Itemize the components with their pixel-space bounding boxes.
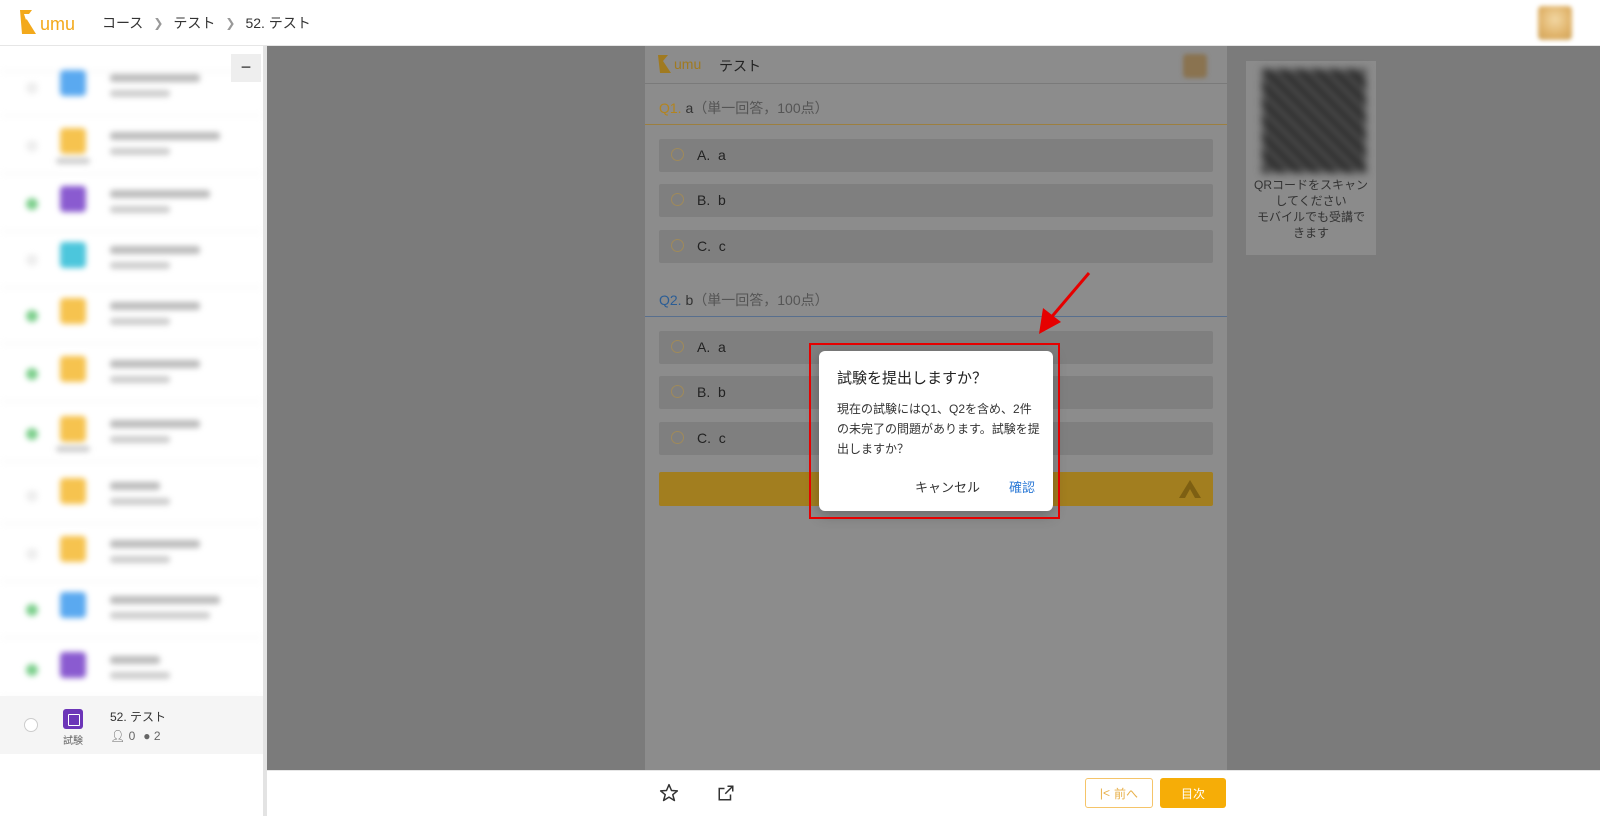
sidebar-item-active-test[interactable]: 試験 52. テスト 👤︎ 0 ● 2	[0, 696, 263, 754]
star-icon[interactable]	[659, 783, 679, 803]
course-sidebar: − 試験 52. テスト 👤︎ 0 ● 2	[0, 46, 267, 816]
list-item[interactable]	[0, 406, 263, 462]
list-item[interactable]	[0, 232, 263, 288]
list-item[interactable]	[0, 642, 263, 698]
panel-avatar	[1183, 54, 1207, 78]
svg-text:umu: umu	[40, 14, 75, 34]
list-item[interactable]	[0, 176, 263, 232]
list-item[interactable]	[0, 118, 263, 174]
q1-option-c[interactable]: C. c	[659, 230, 1213, 263]
list-item[interactable]	[0, 288, 263, 344]
skip-previous-icon: |<	[1099, 786, 1111, 800]
radio-icon	[671, 193, 684, 206]
list-item[interactable]	[0, 346, 263, 402]
chevron-right-icon: ❯	[225, 16, 236, 30]
q1-option-a[interactable]: A. a	[659, 139, 1213, 172]
radio-icon	[671, 148, 684, 161]
list-item[interactable]	[0, 60, 263, 116]
breadcrumb-test[interactable]: テスト	[173, 13, 215, 33]
previous-button[interactable]: |< 前へ	[1085, 778, 1153, 808]
breadcrumb: コース ❯ テスト ❯ 52. テスト	[102, 13, 311, 33]
question-2-divider	[645, 316, 1227, 317]
exam-type-label: 試験	[63, 736, 83, 747]
sidebar-item-title: 52. テスト	[110, 710, 167, 724]
panel-header: umu テスト	[645, 46, 1227, 84]
radio-icon	[671, 239, 684, 252]
list-item[interactable]	[0, 526, 263, 582]
bottom-toolbar: |< 前へ 目次	[267, 770, 1600, 816]
umu-logo-small: umu	[657, 52, 711, 81]
person-icon: 👤︎	[110, 729, 126, 743]
completion-radio	[24, 718, 38, 732]
list-item[interactable]	[0, 468, 263, 524]
open-external-icon[interactable]	[717, 784, 735, 802]
qr-code-panel: QRコードをスキャンしてください モバイルでも受講できます	[1246, 61, 1376, 255]
radio-icon	[671, 385, 684, 398]
chevron-right-icon: ❯	[153, 16, 164, 30]
umu-mark-icon	[1179, 480, 1201, 498]
question-1-header: Q1. a（単一回答，100点）	[659, 100, 829, 116]
top-header: umu コース ❯ テスト ❯ 52. テスト	[0, 0, 1600, 46]
user-avatar[interactable]	[1538, 6, 1572, 40]
radio-icon	[671, 431, 684, 444]
breadcrumb-current: 52. テスト	[245, 15, 311, 31]
exam-icon	[63, 709, 83, 729]
panel-title: テスト	[719, 58, 761, 74]
comment-count: ● 2	[143, 729, 161, 743]
collapse-sidebar-button[interactable]: −	[231, 54, 261, 82]
learner-count: 👤︎ 0	[110, 729, 136, 743]
breadcrumb-course[interactable]: コース	[102, 13, 143, 33]
q1-option-b[interactable]: B. b	[659, 184, 1213, 217]
sidebar-item-meta: 👤︎ 0 ● 2	[110, 729, 161, 743]
svg-text:umu: umu	[674, 56, 701, 72]
next-button[interactable]: 目次	[1160, 778, 1226, 808]
umu-logo[interactable]: umu	[18, 6, 84, 38]
radio-icon	[671, 340, 684, 353]
question-1-divider	[645, 124, 1227, 125]
list-item[interactable]	[0, 582, 263, 638]
comment-icon: ●	[143, 729, 151, 743]
annotation-highlight-box	[809, 343, 1060, 519]
qr-instructions: QRコードをスキャンしてください モバイルでも受講できます	[1254, 178, 1369, 240]
annotation-arrow-icon	[1039, 272, 1091, 334]
question-2-header: Q2. b（単一回答，100点）	[659, 292, 829, 308]
qr-code-image	[1262, 69, 1366, 173]
